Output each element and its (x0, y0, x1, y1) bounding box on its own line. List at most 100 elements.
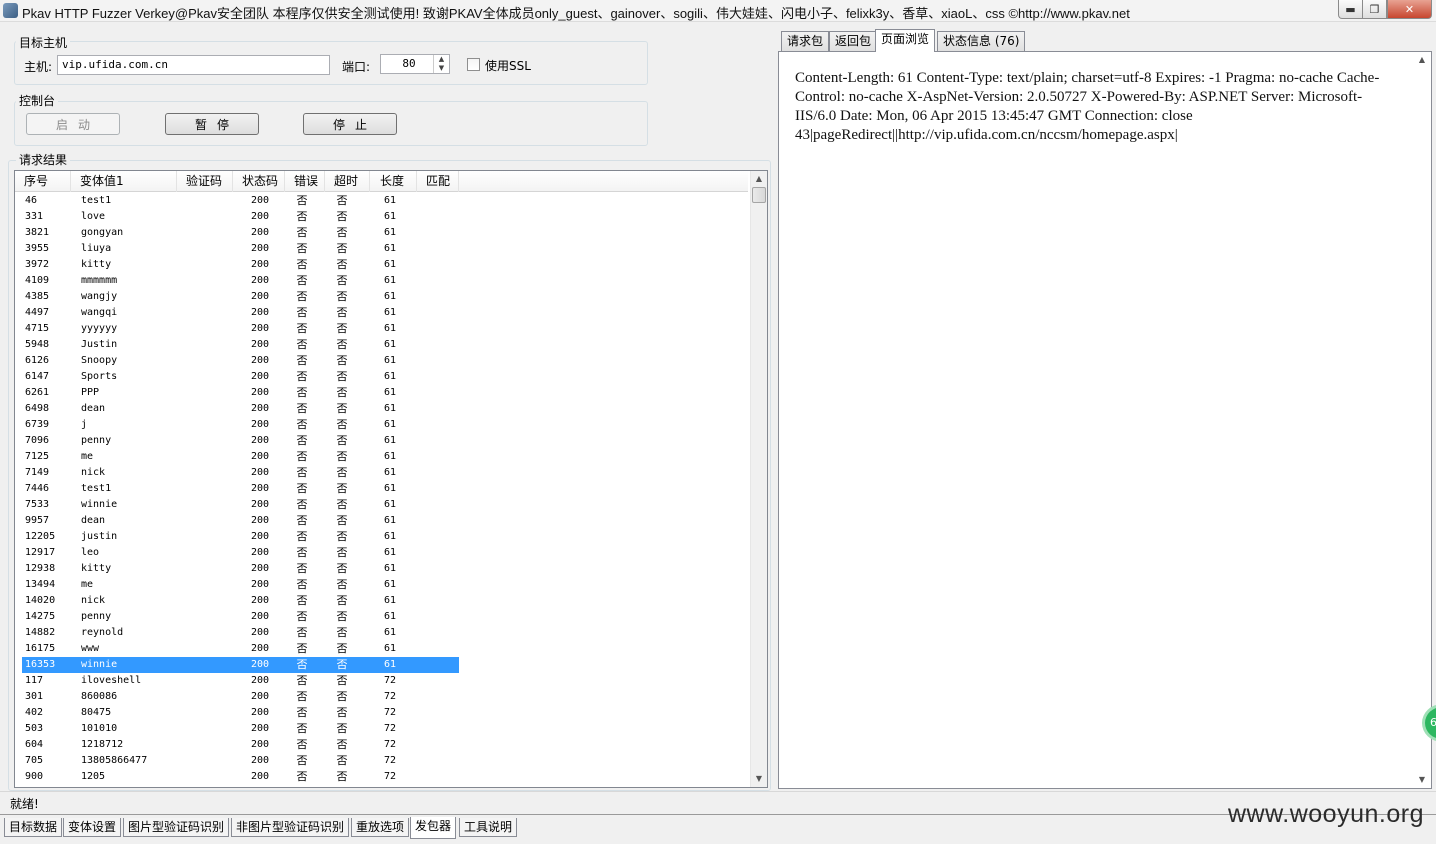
tab-target-data[interactable]: 目标数据 (4, 818, 63, 837)
results-list[interactable]: 序号 变体值1 验证码 状态码 错误 超时 长度 匹配 46 test1 200 否否… (14, 170, 768, 788)
table-row[interactable]: 12205 justin 200 否 否 61 (22, 529, 459, 545)
tab-status-info[interactable]: 状态信息 (76) (937, 31, 1026, 51)
column-header-index[interactable]: 序号 (15, 171, 71, 192)
cell-timeout: 否 (336, 658, 348, 671)
table-row[interactable]: 7446 test1 200 否 否 61 (22, 481, 459, 497)
table-row[interactable]: 900 1205 200 否 否 72 (22, 769, 459, 785)
cell-variant: kitty (81, 563, 112, 574)
window-title: Pkav HTTP Fuzzer Verkey@Pkav安全团队 本程序仅供安全… (22, 6, 1130, 21)
table-row[interactable]: 6739 j 200 否 否 61 (22, 417, 459, 433)
table-row[interactable]: 7125 me 200 否 否 61 (22, 449, 459, 465)
tab-image-captcha[interactable]: 图片型验证码识别 (123, 818, 230, 837)
tab-tool-help[interactable]: 工具说明 (459, 818, 518, 837)
ssl-checkbox[interactable] (467, 58, 480, 71)
table-row[interactable]: 4109 mmmmmm 200 否 否 61 (22, 273, 459, 289)
close-button[interactable]: ✕ (1387, 0, 1432, 19)
table-row[interactable]: 6147 Sports 200 否 否 61 (22, 369, 459, 385)
cell-index: 7533 (25, 499, 50, 510)
start-button[interactable]: 启动 (26, 113, 120, 135)
stepper-down-icon[interactable]: ▼ (434, 64, 449, 73)
table-row[interactable]: 6126 Snoopy 200 否 否 61 (22, 353, 459, 369)
cell-error: 否 (296, 306, 308, 319)
cell-index: 12917 (25, 547, 56, 558)
table-row[interactable]: 4715 yyyyyy 200 否 否 61 (22, 321, 459, 337)
port-stepper[interactable]: ▲ ▼ (433, 55, 449, 73)
table-row[interactable]: 16353 winnie 200 否 否 61 (22, 657, 459, 673)
tab-response[interactable]: 返回包 (829, 31, 878, 51)
browse-scroll-down-icon[interactable]: ▼ (1414, 772, 1430, 788)
stop-button[interactable]: 停止 (303, 113, 397, 135)
tab-replay-options[interactable]: 重放选项 (351, 818, 410, 837)
cell-variant: test1 (81, 483, 112, 494)
browse-scrollbar[interactable]: ▲ ▼ (1414, 52, 1431, 788)
cell-length: 61 (383, 195, 397, 206)
cell-error: 否 (296, 578, 308, 591)
minimize-button[interactable]: ▬ (1338, 0, 1363, 19)
pause-button[interactable]: 暂停 (165, 113, 259, 135)
cell-length: 72 (383, 723, 397, 734)
cell-index: 14882 (25, 627, 56, 638)
table-row[interactable]: 3955 liuya 200 否 否 61 (22, 241, 459, 257)
table-row[interactable]: 14275 penny 200 否 否 61 (22, 609, 459, 625)
tab-page-browse[interactable]: 页面浏览 (875, 29, 936, 52)
table-row[interactable]: 5948 Justin 200 否 否 61 (22, 337, 459, 353)
scroll-thumb[interactable] (752, 187, 766, 203)
cell-timeout: 否 (336, 450, 348, 463)
table-row[interactable]: 503 101010 200 否 否 72 (22, 721, 459, 737)
table-row[interactable]: 12938 kitty 200 否 否 61 (22, 561, 459, 577)
table-row[interactable]: 117 iloveshell 200 否 否 72 (22, 673, 459, 689)
cell-variant: 101010 (81, 723, 118, 734)
cell-error: 否 (296, 562, 308, 575)
column-header-length[interactable]: 长度 (370, 171, 417, 192)
table-row[interactable]: 7533 winnie 200 否 否 61 (22, 497, 459, 513)
table-row[interactable]: 7096 penny 200 否 否 61 (22, 433, 459, 449)
table-row[interactable]: 16175 www 200 否 否 61 (22, 641, 459, 657)
column-header-match[interactable]: 匹配 (417, 171, 459, 192)
browse-scroll-up-icon[interactable]: ▲ (1414, 52, 1430, 68)
stepper-up-icon[interactable]: ▲ (434, 55, 449, 64)
table-row[interactable]: 331 love 200 否 否 61 (22, 209, 459, 225)
results-scrollbar[interactable]: ▲ ▼ (750, 171, 767, 787)
tab-non-image-captcha[interactable]: 非图片型验证码识别 (231, 818, 350, 837)
tab-variant-settings[interactable]: 变体设置 (63, 818, 122, 837)
table-row[interactable]: 13494 me 200 否 否 61 (22, 577, 459, 593)
column-header-timeout[interactable]: 超时 (325, 171, 370, 192)
cell-timeout: 否 (336, 290, 348, 303)
table-row[interactable]: 4497 wangqi 200 否 否 61 (22, 305, 459, 321)
scroll-down-icon[interactable]: ▼ (751, 771, 767, 787)
cell-error: 否 (296, 338, 308, 351)
table-row[interactable]: 14882 reynold 200 否 否 61 (22, 625, 459, 641)
table-row[interactable]: 301 860086 200 否 否 72 (22, 689, 459, 705)
column-header-error[interactable]: 错误 (285, 171, 325, 192)
table-row[interactable]: 6261 PPP 200 否 否 61 (22, 385, 459, 401)
tab-sender[interactable]: 发包器 (410, 817, 457, 839)
table-row[interactable]: 46 test1 200 否 否 61 (22, 193, 459, 209)
cell-status: 200 (250, 563, 270, 574)
tab-request[interactable]: 请求包 (781, 31, 830, 51)
results-list-header: 序号 变体值1 验证码 状态码 错误 超时 长度 匹配 (15, 171, 748, 192)
cell-status: 200 (250, 675, 270, 686)
bottom-tab-strip: 目标数据 变体设置 图片型验证码识别 非图片型验证码识别 重放选项 发包器 工具… (0, 814, 1436, 844)
scroll-up-icon[interactable]: ▲ (751, 171, 767, 187)
table-row[interactable]: 14020 nick 200 否 否 61 (22, 593, 459, 609)
table-row[interactable]: 402 80475 200 否 否 72 (22, 705, 459, 721)
column-header-status[interactable]: 状态码 (233, 171, 285, 192)
column-header-variant[interactable]: 变体值1 (71, 171, 177, 192)
column-header-captcha[interactable]: 验证码 (177, 171, 233, 192)
table-row[interactable]: 7149 nick 200 否 否 61 (22, 465, 459, 481)
table-row[interactable]: 705 13805866477 200 否 否 72 (22, 753, 459, 769)
cell-status: 200 (250, 403, 270, 414)
table-row[interactable]: 604 1218712 200 否 否 72 (22, 737, 459, 753)
table-row[interactable]: 3972 kitty 200 否 否 61 (22, 257, 459, 273)
table-row[interactable]: 9957 dean 200 否 否 61 (22, 513, 459, 529)
table-row[interactable]: 3821 gongyan 200 否 否 61 (22, 225, 459, 241)
host-input[interactable]: vip.ufida.com.cn (57, 55, 330, 75)
maximize-button[interactable]: ❐ (1362, 0, 1387, 19)
table-row[interactable]: 6498 dean 200 否 否 61 (22, 401, 459, 417)
watermark: www.wooyun.org (1228, 800, 1424, 828)
table-row[interactable]: 4385 wangjy 200 否 否 61 (22, 289, 459, 305)
cell-variant: me (81, 579, 94, 590)
cell-timeout: 否 (336, 482, 348, 495)
table-row[interactable]: 12917 leo 200 否 否 61 (22, 545, 459, 561)
cell-timeout: 否 (336, 674, 348, 687)
